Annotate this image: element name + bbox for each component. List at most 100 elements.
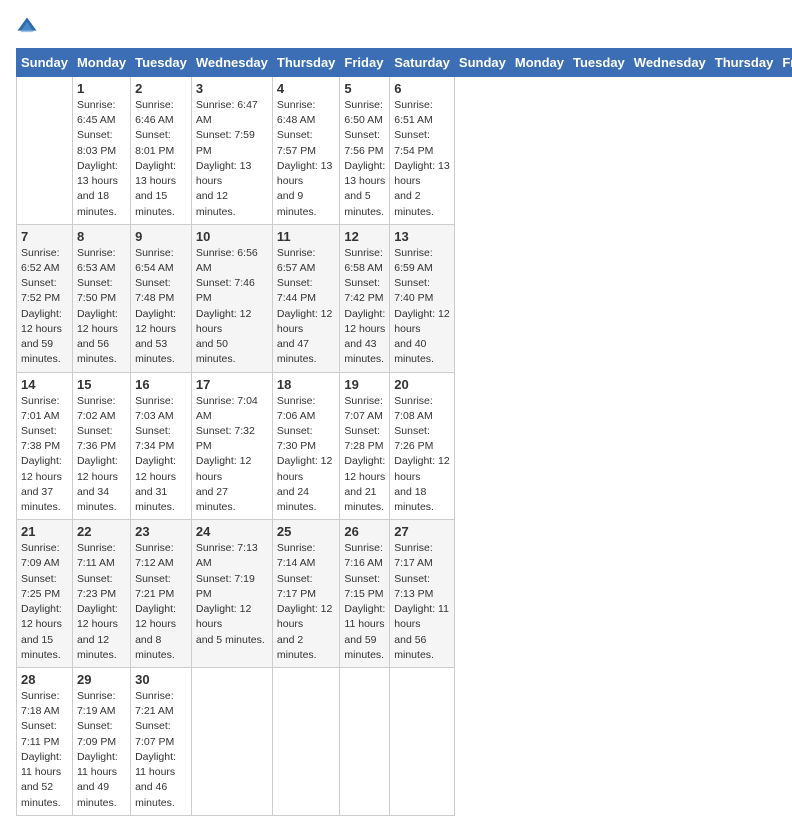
day-number: 10 [196,229,268,244]
day-info: Sunrise: 6:53 AM Sunset: 7:50 PM Dayligh… [77,246,126,368]
calendar-cell: 18Sunrise: 7:06 AM Sunset: 7:30 PM Dayli… [272,372,340,520]
calendar-cell: 26Sunrise: 7:16 AM Sunset: 7:15 PM Dayli… [340,520,390,668]
day-info: Sunrise: 7:13 AM Sunset: 7:19 PM Dayligh… [196,541,268,648]
day-number: 14 [21,377,68,392]
header-monday: Monday [510,49,568,77]
header-tuesday: Tuesday [131,49,192,77]
day-info: Sunrise: 7:02 AM Sunset: 7:36 PM Dayligh… [77,394,126,516]
day-info: Sunrise: 6:50 AM Sunset: 7:56 PM Dayligh… [344,98,385,220]
calendar-cell: 27Sunrise: 7:17 AM Sunset: 7:13 PM Dayli… [390,520,455,668]
calendar-cell: 16Sunrise: 7:03 AM Sunset: 7:34 PM Dayli… [131,372,192,520]
header-thursday: Thursday [710,49,778,77]
day-info: Sunrise: 6:47 AM Sunset: 7:59 PM Dayligh… [196,98,268,220]
calendar-cell: 15 Sunrise: 7:02 AM Sunset: 7:36 PM Dayli… [72,372,130,520]
day-info: Sunrise: 7:16 AM Sunset: 7:15 PM Dayligh… [344,541,385,663]
calendar-week-row: 28Sunrise: 7:18 AM Sunset: 7:11 PM Dayli… [17,668,792,816]
calendar-cell: 9 Sunrise: 6:54 AM Sunset: 7:48 PM Daylig… [131,224,192,372]
calendar-header-row: SundayMondayTuesdayWednesdayThursdayFrid… [17,49,792,77]
calendar-cell: 6 Sunrise: 6:51 AM Sunset: 7:54 PM Daylig… [390,77,455,225]
day-info: Sunrise: 7:08 AM Sunset: 7:26 PM Dayligh… [394,394,450,516]
day-info: Sunrise: 6:56 AM Sunset: 7:46 PM Dayligh… [196,246,268,368]
day-number: 6 [394,81,450,96]
day-info: Sunrise: 6:59 AM Sunset: 7:40 PM Dayligh… [394,246,450,368]
calendar-cell: 30Sunrise: 7:21 AM Sunset: 7:07 PM Dayli… [131,668,192,816]
header-monday: Monday [72,49,130,77]
calendar-cell [272,668,340,816]
header-sunday: Sunday [17,49,73,77]
day-number: 12 [344,229,385,244]
header-wednesday: Wednesday [629,49,710,77]
calendar-cell: 1Sunrise: 6:45 AM Sunset: 8:03 PM Daylig… [72,77,130,225]
day-number: 25 [277,524,336,539]
calendar-cell: 25 Sunrise: 7:14 AM Sunset: 7:17 PM Dayli… [272,520,340,668]
calendar-cell: 7 Sunrise: 6:52 AM Sunset: 7:52 PM Daylig… [17,224,73,372]
calendar-cell: 8 Sunrise: 6:53 AM Sunset: 7:50 PM Daylig… [72,224,130,372]
calendar-cell [191,668,272,816]
calendar-cell: 4Sunrise: 6:48 AM Sunset: 7:57 PM Daylig… [272,77,340,225]
page-header [16,16,776,38]
header-friday: Friday [778,49,792,77]
day-number: 18 [277,377,336,392]
day-info: Sunrise: 7:09 AM Sunset: 7:25 PM Dayligh… [21,541,68,663]
day-number: 7 [21,229,68,244]
calendar-cell [390,668,455,816]
calendar-cell: 19 Sunrise: 7:07 AM Sunset: 7:28 PM Dayli… [340,372,390,520]
day-info: Sunrise: 7:04 AM Sunset: 7:32 PM Dayligh… [196,394,268,516]
calendar-cell: 28Sunrise: 7:18 AM Sunset: 7:11 PM Dayli… [17,668,73,816]
header-wednesday: Wednesday [191,49,272,77]
calendar-cell: 21 Sunrise: 7:09 AM Sunset: 7:25 PM Dayli… [17,520,73,668]
day-info: Sunrise: 6:52 AM Sunset: 7:52 PM Dayligh… [21,246,68,368]
calendar-cell [340,668,390,816]
day-number: 19 [344,377,385,392]
day-number: 29 [77,672,126,687]
calendar-cell: 14 Sunrise: 7:01 AM Sunset: 7:38 PM Dayli… [17,372,73,520]
calendar-cell: 5 Sunrise: 6:50 AM Sunset: 7:56 PM Daylig… [340,77,390,225]
header-saturday: Saturday [390,49,455,77]
day-info: Sunrise: 7:21 AM Sunset: 7:07 PM Dayligh… [135,689,187,811]
calendar-cell: 12 Sunrise: 6:58 AM Sunset: 7:42 PM Dayli… [340,224,390,372]
day-number: 13 [394,229,450,244]
header-thursday: Thursday [272,49,340,77]
calendar-cell: 17Sunrise: 7:04 AM Sunset: 7:32 PM Dayli… [191,372,272,520]
day-number: 5 [344,81,385,96]
calendar-week-row: 1Sunrise: 6:45 AM Sunset: 8:03 PM Daylig… [17,77,792,225]
day-number: 11 [277,229,336,244]
header-friday: Friday [340,49,390,77]
day-info: Sunrise: 7:01 AM Sunset: 7:38 PM Dayligh… [21,394,68,516]
day-number: 1 [77,81,126,96]
day-info: Sunrise: 7:18 AM Sunset: 7:11 PM Dayligh… [21,689,68,811]
day-info: Sunrise: 7:07 AM Sunset: 7:28 PM Dayligh… [344,394,385,516]
day-number: 16 [135,377,187,392]
day-number: 8 [77,229,126,244]
day-info: Sunrise: 6:58 AM Sunset: 7:42 PM Dayligh… [344,246,385,368]
day-info: Sunrise: 7:11 AM Sunset: 7:23 PM Dayligh… [77,541,126,663]
calendar-cell: 23Sunrise: 7:12 AM Sunset: 7:21 PM Dayli… [131,520,192,668]
day-number: 20 [394,377,450,392]
header-tuesday: Tuesday [569,49,630,77]
day-number: 3 [196,81,268,96]
day-number: 21 [21,524,68,539]
day-info: Sunrise: 7:19 AM Sunset: 7:09 PM Dayligh… [77,689,126,811]
day-info: Sunrise: 7:17 AM Sunset: 7:13 PM Dayligh… [394,541,450,663]
calendar-week-row: 7 Sunrise: 6:52 AM Sunset: 7:52 PM Daylig… [17,224,792,372]
day-info: Sunrise: 6:57 AM Sunset: 7:44 PM Dayligh… [277,246,336,368]
day-info: Sunrise: 6:51 AM Sunset: 7:54 PM Dayligh… [394,98,450,220]
day-info: Sunrise: 6:54 AM Sunset: 7:48 PM Dayligh… [135,246,187,368]
calendar-cell: 20 Sunrise: 7:08 AM Sunset: 7:26 PM Dayli… [390,372,455,520]
calendar-cell: 3 Sunrise: 6:47 AM Sunset: 7:59 PM Daylig… [191,77,272,225]
day-number: 2 [135,81,187,96]
logo [16,16,42,38]
day-info: Sunrise: 7:14 AM Sunset: 7:17 PM Dayligh… [277,541,336,663]
day-number: 9 [135,229,187,244]
calendar-cell: 29 Sunrise: 7:19 AM Sunset: 7:09 PM Dayli… [72,668,130,816]
calendar-cell: 22 Sunrise: 7:11 AM Sunset: 7:23 PM Dayli… [72,520,130,668]
calendar-cell [17,77,73,225]
day-number: 15 [77,377,126,392]
calendar-cell: 2 Sunrise: 6:46 AM Sunset: 8:01 PM Daylig… [131,77,192,225]
day-number: 22 [77,524,126,539]
calendar-week-row: 21 Sunrise: 7:09 AM Sunset: 7:25 PM Dayli… [17,520,792,668]
day-number: 24 [196,524,268,539]
day-info: Sunrise: 6:46 AM Sunset: 8:01 PM Dayligh… [135,98,187,220]
day-number: 23 [135,524,187,539]
calendar-cell: 11 Sunrise: 6:57 AM Sunset: 7:44 PM Dayli… [272,224,340,372]
